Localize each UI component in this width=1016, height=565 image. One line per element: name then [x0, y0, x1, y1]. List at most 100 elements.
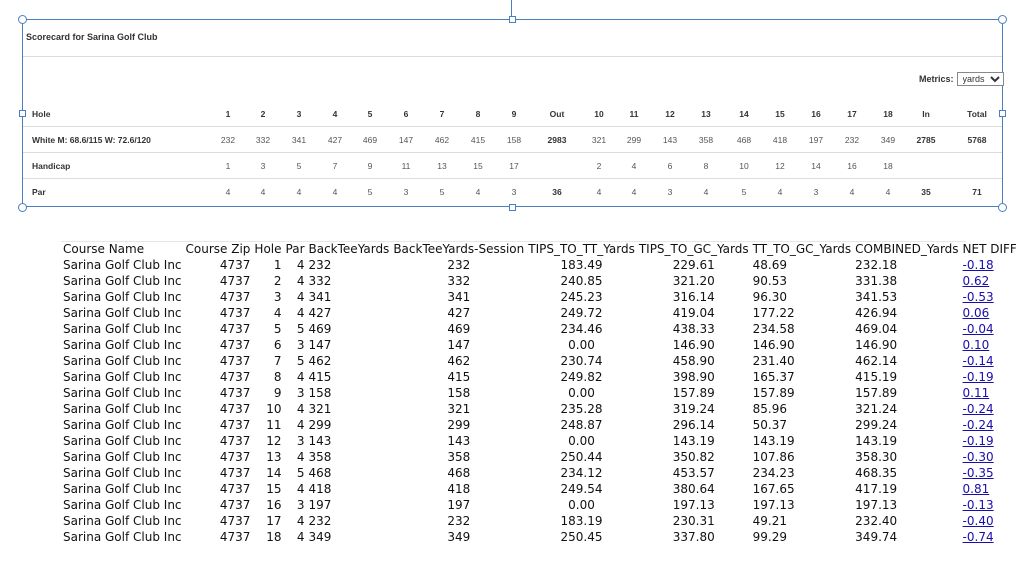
scorecard-cell: 10 — [739, 161, 749, 171]
net-diff-link[interactable]: -0.35 — [963, 466, 994, 480]
net-diff-link[interactable]: -0.14 — [963, 354, 994, 368]
scorecard-cell: 9 — [367, 161, 373, 171]
scorecard-cell: 5 — [439, 187, 445, 197]
table-row: Sarina Golf Club Inc 4737 16 3 197 197 0.00 197… — [61, 497, 1016, 513]
table-cell: 0.00 — [568, 498, 595, 512]
table-cell: 296.14 — [672, 418, 715, 432]
resize-handle-bottom-right[interactable] — [998, 203, 1007, 212]
scorecard-cell: 35 — [921, 187, 931, 197]
net-diff-link[interactable]: -0.40 — [963, 514, 994, 528]
table-header-row: Course Name Course Zip Hole Par BackTeeYards… — [61, 241, 1016, 257]
resize-handle-bottom-left[interactable] — [18, 203, 27, 212]
column-header: Course Zip — [185, 242, 251, 256]
net-diff-link[interactable]: -0.04 — [963, 322, 994, 336]
table-cell: Sarina Golf Club Inc — [63, 530, 182, 544]
table-cell: 4737 — [219, 290, 251, 304]
resize-handle-right[interactable] — [999, 110, 1006, 117]
net-diff-link[interactable]: -0.19 — [963, 370, 994, 384]
net-diff-link[interactable]: 0.10 — [963, 338, 990, 352]
resize-handle-top[interactable] — [509, 16, 516, 23]
net-diff-link[interactable]: -0.24 — [963, 418, 994, 432]
table-cell: 4737 — [219, 498, 251, 512]
table-cell: 18 — [266, 530, 282, 544]
scorecard-cell: 349 — [880, 135, 896, 145]
scorecard-cell: 16 — [847, 161, 857, 171]
scorecard-cell: 4 — [225, 187, 231, 197]
net-diff-link[interactable]: -0.18 — [963, 258, 994, 272]
table-cell: Sarina Golf Club Inc — [63, 514, 182, 528]
scorecard-cell: 36 — [552, 187, 562, 197]
scorecard-row-label: Handicap — [32, 161, 71, 171]
table-cell: 48.69 — [752, 258, 787, 272]
scorecard-hole-header: Out — [549, 109, 565, 119]
resize-handle-top-left[interactable] — [18, 15, 27, 24]
net-diff-link[interactable]: 0.11 — [963, 386, 990, 400]
table-row: Sarina Golf Club Inc 4737 14 5 468 468 234.12 4… — [61, 465, 1016, 481]
scorecard-cell: 321 — [591, 135, 607, 145]
table-cell: 6 — [273, 338, 282, 352]
net-diff-link[interactable]: 0.06 — [963, 306, 990, 320]
table-cell: 2 — [273, 274, 282, 288]
resize-handle-left[interactable] — [19, 110, 26, 117]
divider — [23, 126, 1002, 127]
net-diff-link[interactable]: -0.19 — [963, 434, 994, 448]
scorecard-cell: 4 — [631, 161, 637, 171]
net-diff-cell: -0.74 — [961, 529, 1016, 545]
table-cell: 183.19 — [560, 514, 603, 528]
scorecard-cell: 232 — [844, 135, 860, 145]
table-cell: 90.53 — [752, 274, 787, 288]
table-cell: 177.22 — [752, 306, 795, 320]
table-cell: 146.90 — [855, 338, 898, 352]
table-row: Sarina Golf Club Inc 4737 1 4 232 232 183.49 22… — [61, 257, 1016, 273]
table-cell: 7 — [273, 354, 282, 368]
table-cell: 250.44 — [560, 450, 603, 464]
table-cell: 143.19 — [672, 434, 715, 448]
net-diff-link[interactable]: 0.81 — [963, 482, 990, 496]
net-diff-link[interactable]: -0.24 — [963, 402, 994, 416]
scorecard-cell: 4 — [332, 187, 338, 197]
scorecard-cell: 14 — [811, 161, 821, 171]
scorecard-cell: 5 — [367, 187, 373, 197]
table-cell: 232 — [447, 514, 471, 528]
net-diff-link[interactable]: 0.62 — [963, 274, 990, 288]
scorecard-cell: 332 — [255, 135, 271, 145]
resize-handle-top-right[interactable] — [998, 15, 1007, 24]
scorecard-cell: 2 — [596, 161, 602, 171]
table-cell: 321 — [308, 402, 332, 416]
table-cell: 9 — [273, 386, 282, 400]
table-cell: 4737 — [219, 354, 251, 368]
column-header: BackTeeYards-Session — [393, 242, 525, 256]
table-cell: 4 — [273, 306, 282, 320]
table-cell: 147 — [308, 338, 332, 352]
table-cell: 13 — [266, 450, 282, 464]
net-diff-link[interactable]: -0.53 — [963, 290, 994, 304]
scorecard-hole-header: 17 — [847, 109, 857, 119]
scorecard-cell: 5 — [741, 187, 747, 197]
table-cell: 1 — [273, 258, 282, 272]
table-cell: 341.53 — [855, 290, 898, 304]
scorecard-cell: 158 — [506, 135, 522, 145]
yardage-table: Course Name Course Zip Hole Par BackTeeYards… — [61, 241, 1016, 545]
scorecard-title: Scorecard for Sarina Golf Club — [26, 32, 158, 42]
scorecard-cell: 11 — [401, 161, 411, 171]
scorecard-cell: 5768 — [967, 135, 987, 145]
scorecard-hole-header: 5 — [367, 109, 373, 119]
table-cell: 337.80 — [672, 530, 715, 544]
table-cell: Sarina Golf Club Inc — [63, 306, 182, 320]
table-cell: 4737 — [219, 322, 251, 336]
column-header: TT_TO_GC_Yards — [752, 242, 852, 256]
table-cell: Sarina Golf Club Inc — [63, 258, 182, 272]
net-diff-link[interactable]: -0.13 — [963, 498, 994, 512]
net-diff-link[interactable]: -0.30 — [963, 450, 994, 464]
table-cell: 349 — [447, 530, 471, 544]
table-cell: 4737 — [219, 482, 251, 496]
resize-handle-bottom[interactable] — [509, 204, 516, 211]
table-cell: 232 — [447, 258, 471, 272]
scorecard-row-label: White M: 68.6/115 W: 72.6/120 — [32, 135, 151, 145]
net-diff-link[interactable]: -0.74 — [963, 530, 994, 544]
table-row: Sarina Golf Club Inc 4737 2 4 332 332 240.85 32… — [61, 273, 1016, 289]
scorecard-cell: 8 — [703, 161, 709, 171]
scorecard-hole-header: 4 — [332, 109, 338, 119]
scorecard-hole-header: 8 — [475, 109, 481, 119]
metrics-select[interactable]: yards — [956, 72, 1004, 86]
